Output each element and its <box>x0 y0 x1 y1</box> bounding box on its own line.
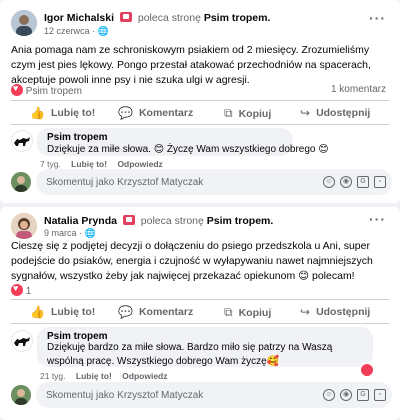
share-label: Udostępnij <box>316 107 371 119</box>
reactions-summary[interactable]: Psim tropem <box>11 83 82 97</box>
camera-icon[interactable]: ◉ <box>340 176 352 188</box>
more-options-icon[interactable]: ··· <box>369 211 386 227</box>
copy-button[interactable]: ⧉ Kopiuj <box>224 305 271 320</box>
copy-icon: ⧉ <box>224 106 233 120</box>
like-button[interactable]: 👍 Lubię to! <box>30 305 95 319</box>
review-post-2: Natalia Prynda poleca stronę Psim tropem… <box>0 207 400 420</box>
thumbs-up-icon: 👍 <box>30 106 45 120</box>
like-button[interactable]: 👍 Lubię to! <box>30 106 95 120</box>
comment-icon: 💬 <box>118 106 133 120</box>
comment-meta: 21 tyg. Lubię to! Odpowiedz <box>40 371 168 381</box>
copy-button[interactable]: ⧉ Kopiuj <box>224 106 271 121</box>
recommend-flag-icon <box>122 215 135 225</box>
recommend-flag-icon <box>119 12 132 22</box>
user-avatar[interactable] <box>11 385 31 405</box>
like-label: Lubię to! <box>50 306 96 318</box>
post-text: Ania pomaga nam ze schroniskowym psiakie… <box>11 44 371 86</box>
comment-button[interactable]: 💬 Komentarz <box>118 305 193 319</box>
user-avatar[interactable] <box>11 172 31 192</box>
reaction-label: Psim tropem <box>25 86 82 97</box>
post-date[interactable]: 12 czerwca <box>44 26 90 36</box>
comment-icon: 💬 <box>118 305 133 319</box>
page-name[interactable]: Psim tropem <box>204 12 268 24</box>
composer-tools: ☺ ◉ G ▫ <box>323 176 386 188</box>
sticker-icon[interactable]: ▫ <box>374 389 386 401</box>
post-text: Cieszę się z podjętej decyzji o dołączen… <box>11 240 373 282</box>
author-avatar[interactable] <box>11 213 37 239</box>
composer-placeholder: Skomentuj jako Krzysztof Matyczak <box>46 389 204 401</box>
comment-text: Dziękuję bardzo za miłe słowa. Bardzo mi… <box>47 342 333 367</box>
heart-icon <box>11 83 23 96</box>
emoji-icon[interactable]: ☺ <box>323 176 335 188</box>
more-options-icon[interactable]: ··· <box>369 10 386 26</box>
globe-icon: 🌐 <box>97 26 109 36</box>
sticker-icon[interactable]: ▫ <box>374 176 386 188</box>
thumbs-up-icon: 👍 <box>30 305 45 319</box>
gif-icon[interactable]: G <box>357 389 369 401</box>
review-post-1: Igor Michalski poleca stronę Psim tropem… <box>0 0 400 203</box>
comment-heart-icon[interactable] <box>359 362 375 378</box>
comment-reply-link[interactable]: Odpowiedz <box>117 159 162 169</box>
comment-bubble: Psim tropem Dziękuje za miłe słowa. 😊 Ży… <box>37 128 329 156</box>
comment-text: Dziękuje za miłe słowa. 😊 Życzę Wam wszy… <box>47 144 329 155</box>
comment-reply-link[interactable]: Odpowiedz <box>122 371 167 381</box>
comment-time[interactable]: 7 tyg. <box>40 159 61 169</box>
post-date[interactable]: 9 marca <box>44 228 77 238</box>
share-icon: ↪ <box>300 106 311 120</box>
reactions-summary[interactable]: 1 <box>11 283 32 297</box>
comment-button[interactable]: 💬 Komentarz <box>118 106 193 120</box>
composer-placeholder: Skomentuj jako Krzysztof Matyczak <box>46 176 204 188</box>
recommend-label: poleca stronę <box>137 12 201 24</box>
heart-icon <box>11 283 23 296</box>
camera-icon[interactable]: ◉ <box>340 389 352 401</box>
share-label: Udostępnij <box>316 306 371 318</box>
divider <box>11 323 389 324</box>
post-meta: 12 czerwca · 🌐 <box>44 26 109 36</box>
divider <box>11 299 389 300</box>
comment-like-link[interactable]: Lubię to! <box>76 371 112 381</box>
post-meta: 9 marca · 🌐 <box>44 228 96 238</box>
comment-like-link[interactable]: Lubię to! <box>71 159 107 169</box>
share-button[interactable]: ↪ Udostępnij <box>300 305 370 319</box>
recommend-label: poleca stronę <box>140 215 204 227</box>
share-icon: ↪ <box>300 305 311 319</box>
author-name[interactable]: Igor Michalski <box>44 12 114 24</box>
composer-tools: ☺ ◉ G ▫ <box>323 389 386 401</box>
author-avatar[interactable] <box>11 10 37 36</box>
comment-meta: 7 tyg. Lubię to! Odpowiedz <box>40 159 163 169</box>
page-avatar[interactable] <box>11 330 33 352</box>
divider <box>11 100 389 101</box>
comment-bubble: Psim tropem Dziękuję bardzo za miłe słow… <box>37 327 373 367</box>
copy-label: Kopiuj <box>238 107 272 120</box>
like-label: Lubię to! <box>50 107 96 119</box>
page-name[interactable]: Psim tropem <box>207 215 271 227</box>
comment-label: Komentarz <box>138 107 194 119</box>
comment-author[interactable]: Psim tropem <box>47 132 108 143</box>
comments-count[interactable]: 1 komentarz <box>331 84 386 95</box>
post-header: Natalia Prynda poleca stronę Psim tropem… <box>44 215 274 227</box>
post-header: Igor Michalski poleca stronę Psim tropem… <box>44 12 271 24</box>
globe-icon: 🌐 <box>84 228 96 238</box>
divider <box>11 124 389 125</box>
copy-icon: ⧉ <box>224 305 233 319</box>
gif-icon[interactable]: G <box>357 176 369 188</box>
comment-label: Komentarz <box>138 306 194 318</box>
page-avatar[interactable] <box>11 130 33 152</box>
emoji-icon[interactable]: ☺ <box>323 389 335 401</box>
copy-label: Kopiuj <box>238 306 272 319</box>
author-name[interactable]: Natalia Prynda <box>44 215 117 227</box>
share-button[interactable]: ↪ Udostępnij <box>300 106 370 120</box>
reaction-count: 1 <box>25 286 32 297</box>
comment-time[interactable]: 21 tyg. <box>40 371 66 381</box>
